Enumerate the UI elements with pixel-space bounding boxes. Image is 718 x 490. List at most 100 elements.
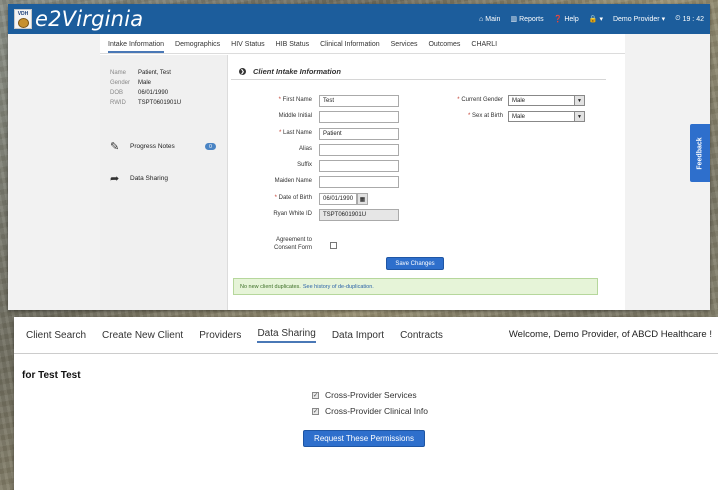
bar-chart-icon: ▥ (510, 16, 518, 23)
sex-at-birth-label-text: Sex at Birth (471, 113, 503, 119)
first-name-label: * First Name (232, 97, 312, 103)
current-gender-select[interactable]: Male ▼ (508, 95, 585, 106)
tab-outcomes[interactable]: Outcomes (428, 41, 460, 53)
first-name-input[interactable]: Test (319, 95, 399, 107)
tab-contracts[interactable]: Contracts (400, 330, 443, 341)
required-mark: * (457, 97, 460, 103)
middle-initial-label: Middle Initial (278, 113, 312, 119)
permission-clinical-info[interactable]: ✓ Cross-Provider Clinical Info (312, 406, 428, 416)
lock-icon: 🔒 (588, 16, 598, 23)
tab-clinical-information[interactable]: Clinical Information (320, 41, 380, 53)
nav-lock-label: ▾ (599, 16, 603, 23)
top-navbar: VDH e2Virginia ⌂ Main ▥ Reports ❓ Help 🔒 ▾ D… (8, 4, 710, 34)
dob-input[interactable]: 06/01/1990 (319, 193, 357, 205)
dedup-history-link[interactable]: See history of de-duplication. (303, 284, 374, 290)
current-gender-value: Male (512, 97, 526, 104)
tab-providers[interactable]: Providers (199, 330, 241, 341)
feedback-label: Feedback (696, 136, 704, 170)
request-permissions-button[interactable]: Request These Permissions (303, 430, 425, 447)
clock-icon: ⏲ (675, 15, 681, 22)
permission-services[interactable]: ✓ Cross-Provider Services (312, 390, 417, 400)
nav-user-label: Demo Provider ▾ (612, 16, 666, 23)
progress-notes-link[interactable]: ✎ Progress Notes (110, 140, 175, 153)
share-icon: ➦ (110, 173, 120, 185)
feedback-tab[interactable]: Feedback (690, 124, 710, 182)
tab-hib-status[interactable]: HIB Status (276, 41, 309, 53)
collapse-chevron-icon[interactable]: ❯ (239, 68, 246, 75)
nav-help-label: Help (564, 15, 579, 23)
welcome-message: Welcome, Demo Provider, of ABCD Healthca… (508, 329, 712, 340)
seal-icon (17, 18, 29, 28)
calendar-icon[interactable]: ▦ (357, 193, 368, 205)
progress-notes-count-badge: 0 (205, 143, 216, 150)
current-gender-label-text: Current Gender (461, 97, 503, 103)
ryan-white-id-label: Ryan White ID (273, 211, 312, 217)
info-row-gender: Gender Male (110, 78, 227, 88)
nav-reports[interactable]: ▥ Reports (510, 15, 543, 24)
clinical-info-checkbox[interactable]: ✓ (312, 407, 319, 415)
required-mark: * (278, 130, 282, 136)
tab-create-new-client[interactable]: Create New Client (102, 330, 183, 341)
sex-at-birth-select[interactable]: Male ▼ (508, 111, 585, 122)
client-info-grid: Name Patient, Test Gender Male DOB 06/01/19… (100, 55, 227, 108)
middle-initial-input[interactable] (319, 111, 399, 123)
dob-label-text: Date of Birth (278, 195, 312, 201)
services-checkbox[interactable]: ✓ (312, 391, 319, 399)
vdh-logo: VDH (14, 9, 32, 29)
tab-client-search[interactable]: Client Search (26, 330, 86, 341)
sex-at-birth-value: Male (512, 113, 526, 120)
required-mark: * (278, 97, 281, 103)
last-name-label-text: Last Name (282, 130, 312, 136)
section-divider (231, 79, 606, 80)
client-panel: Intake Information Demographics HIV Stat… (100, 34, 625, 310)
maiden-name-input[interactable] (319, 176, 399, 188)
tab-services[interactable]: Services (391, 41, 418, 53)
current-gender-label: * Current Gender (423, 97, 503, 103)
nav-help[interactable]: ❓ Help (553, 15, 579, 24)
client-summary-sidebar: Name Patient, Test Gender Male DOB 06/01/19… (100, 55, 228, 310)
sex-at-birth-label: * Sex at Birth (423, 113, 503, 119)
info-value: Patient, Test (138, 70, 171, 76)
help-icon: ❓ (553, 16, 563, 23)
first-name-label-text: First Name (282, 97, 312, 103)
services-permission-label: Cross-Provider Services (325, 390, 417, 400)
top-nav-links: ⌂ Main ▥ Reports ❓ Help 🔒 ▾ Demo Provider ▾ … (479, 15, 704, 23)
edit-note-icon: ✎ (110, 141, 120, 153)
nav-user-menu[interactable]: Demo Provider ▾ (613, 15, 665, 23)
brand-title[interactable]: e2Virginia (35, 7, 143, 31)
client-tabs: Intake Information Demographics HIV Stat… (100, 34, 625, 54)
consent-checkbox[interactable] (330, 242, 337, 249)
info-key: Gender (110, 80, 131, 86)
nav-main-label: Main (485, 15, 501, 23)
nav-lock[interactable]: 🔒 ▾ (589, 15, 603, 23)
tab-hiv-status[interactable]: HIV Status (231, 41, 264, 53)
alias-input[interactable] (319, 144, 399, 156)
data-sharing-link[interactable]: ➦ Data Sharing (110, 172, 168, 185)
section-title-text: Client Intake Information (253, 67, 341, 76)
left-gutter (8, 34, 100, 310)
nav-clock: ⏲ 19 : 42 (675, 15, 704, 23)
intake-screenshot: VDH e2Virginia ⌂ Main ▥ Reports ❓ Help 🔒 ▾ D… (8, 4, 710, 310)
maiden-name-label: Maiden Name (274, 178, 312, 184)
dob-label: * Date of Birth (232, 195, 312, 201)
tab-intake-information[interactable]: Intake Information (108, 41, 165, 53)
tab-charli[interactable]: CHARLI (471, 41, 497, 53)
agreement-consent-label: Agreement to Consent Form (232, 236, 312, 252)
info-row-name: Name Patient, Test (110, 68, 227, 78)
last-name-input[interactable]: Patient (319, 128, 399, 140)
tab-data-import[interactable]: Data Import (332, 330, 384, 341)
section-title: ❯ Client Intake Information (239, 67, 341, 76)
clinical-info-permission-label: Cross-Provider Clinical Info (325, 406, 428, 416)
chevron-down-icon: ▼ (574, 112, 584, 121)
session-timer: 19 : 42 (682, 15, 704, 23)
nav-main[interactable]: ⌂ Main (479, 16, 500, 23)
tab-demographics[interactable]: Demographics (175, 41, 220, 53)
save-changes-button[interactable]: Save Changes (386, 257, 444, 270)
last-name-label: * Last Name (232, 130, 312, 136)
tab-data-sharing[interactable]: Data Sharing (257, 328, 316, 343)
ryan-white-id-input: TSPT0601901U (319, 209, 399, 221)
suffix-label: Suffix (297, 162, 312, 168)
info-key: RWID (110, 100, 126, 106)
suffix-input[interactable] (319, 160, 399, 172)
alias-label: Alias (298, 146, 312, 152)
